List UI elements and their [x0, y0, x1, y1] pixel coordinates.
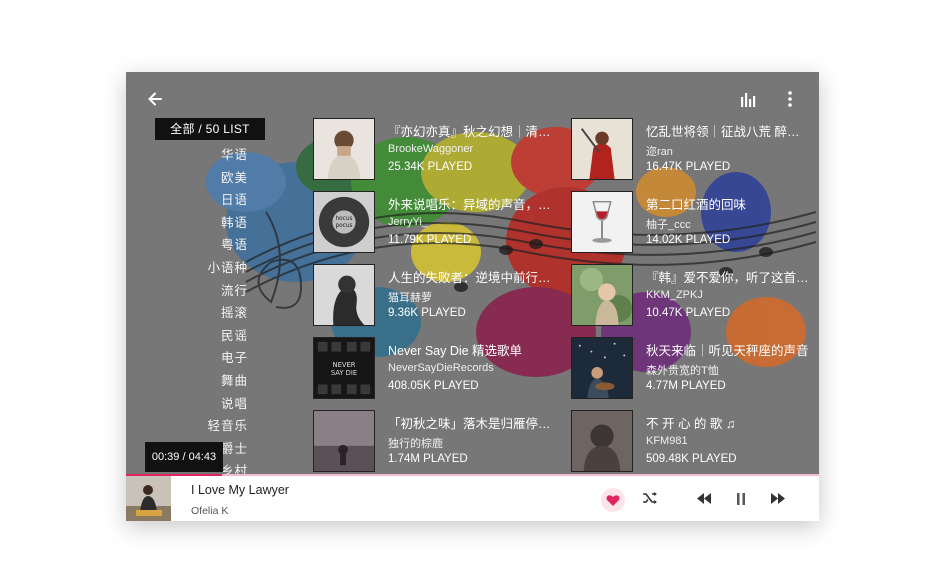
playlist-card[interactable]: 『韩』爱不爱你，听了这首歌就知道 KKM_ZPKJ 10.47K PLAYED — [571, 264, 811, 326]
playlist-cover: hocus pocus — [313, 191, 375, 253]
cover-text-say-die: SAY DIE — [331, 369, 357, 377]
playlist-card[interactable]: 「初秋之味」落木是归雁停留的地方 独行的棕鹿 1.74M PLAYED — [313, 410, 553, 472]
cover-text-hocus: hocus — [335, 216, 352, 222]
playlist-title: 不 开 心 的 歌 ♫ — [646, 417, 736, 431]
playlist-cover — [571, 191, 633, 253]
playlist-cover — [571, 337, 633, 399]
playlist-title: 「初秋之味」落木是归雁停留的地方 — [388, 417, 553, 431]
playlist-title: 秋天来临｜听见天秤座的声音 — [646, 344, 809, 358]
playlist-creator: 猫耳赫萝 — [388, 292, 432, 304]
playlist-play-count: 11.79K PLAYED — [388, 234, 472, 246]
playlist-card[interactable]: 第二口红酒的回味 柚子_ccc 14.02K PLAYED — [571, 191, 811, 253]
now-playing-cover[interactable] — [126, 476, 171, 521]
playlist-title: 忆乱世将领｜征战八荒 醉卧沙场 — [646, 125, 811, 139]
playlist-play-count: 1.74M PLAYED — [388, 453, 468, 465]
category-item-minor-languages[interactable]: 小语种 — [186, 257, 248, 280]
playlist-card[interactable]: 『亦幻亦真』秋之幻想｜清新空灵 BrookeWaggoner 25.34K PL… — [313, 118, 553, 180]
now-playing-bar: I Love My Lawyer Ofelia K — [126, 474, 819, 521]
playlist-card[interactable]: NEVER SAY DIE Never Say Die 精选歌单 NeverSay… — [313, 337, 553, 399]
category-item-cantonese[interactable]: 粤语 — [186, 234, 248, 257]
playlist-cover — [313, 118, 375, 180]
playlist-cover — [313, 410, 375, 472]
playlist-title: 人生的失败者：逆境中前行的歌 — [388, 271, 553, 285]
playlist-creator: KKM_ZPKJ — [646, 289, 703, 301]
playlist-creator: 柚子_ccc — [646, 219, 691, 231]
playlist-play-count: 509.48K PLAYED — [646, 453, 737, 465]
playlist-play-count: 4.77M PLAYED — [646, 380, 726, 392]
playlist-play-count: 16.47K PLAYED — [646, 161, 731, 173]
playlist-cover — [571, 118, 633, 180]
category-item-dance[interactable]: 舞曲 — [186, 370, 248, 393]
playlist-cover — [313, 264, 375, 326]
playlist-title: 『亦幻亦真』秋之幻想｜清新空灵 — [388, 125, 553, 139]
category-item-japanese[interactable]: 日语 — [186, 189, 248, 212]
playlist-creator: BrookeWaggoner — [388, 143, 474, 155]
playlist-creator: NeverSayDieRecords — [388, 362, 494, 374]
playlist-card[interactable]: hocuspocus 外来说唱乐：异域的声音，不同的故事 JerryYi_ 11… — [313, 191, 553, 253]
playlist-creator: 迩ran — [646, 146, 673, 158]
previous-icon[interactable] — [696, 493, 712, 504]
category-item-korean[interactable]: 韩语 — [186, 212, 248, 235]
now-playing-title: I Love My Lawyer — [191, 483, 289, 497]
playlist-card[interactable]: 秋天来临｜听见天秤座的声音 森外贵宽的T恤 4.77M PLAYED — [571, 337, 811, 399]
playback-time: 00:39 / 04:43 — [145, 442, 223, 472]
category-list: 华语 欧美 日语 韩语 粤语 小语种 流行 摇滚 民谣 电子 舞曲 说唱 轻音乐… — [186, 144, 248, 474]
category-item-folk[interactable]: 民谣 — [186, 325, 248, 348]
music-app-window: 全部 / 50 LIST 华语 欧美 日语 韩语 粤语 小语种 流行 摇滚 民谣… — [126, 72, 819, 521]
shuffle-icon[interactable] — [641, 489, 659, 507]
heart-icon[interactable] — [599, 488, 627, 512]
playlist-play-count: 408.05K PLAYED — [388, 380, 479, 392]
arrow-left-icon[interactable] — [146, 90, 164, 108]
cover-text-pocus: pocus — [335, 223, 352, 229]
category-item-pop[interactable]: 流行 — [186, 280, 248, 303]
next-icon[interactable] — [770, 493, 786, 504]
playlist-title: Never Say Die 精选歌单 — [388, 344, 523, 358]
equalizer-icon[interactable] — [740, 92, 756, 108]
playlist-play-count: 25.34K PLAYED — [388, 161, 473, 173]
playlist-card[interactable]: 忆乱世将领｜征战八荒 醉卧沙场 迩ran 16.47K PLAYED — [571, 118, 811, 180]
now-playing-artist: Ofelia K — [191, 505, 229, 517]
pause-icon[interactable] — [734, 492, 748, 506]
playlist-creator: 独行的棕鹿 — [388, 438, 443, 450]
category-item-electronic[interactable]: 电子 — [186, 347, 248, 370]
category-item-chinese[interactable]: 华语 — [186, 144, 248, 167]
playlist-cover: NEVER SAY DIE — [313, 337, 375, 399]
playlist-creator: JerryYi_ — [388, 216, 428, 228]
category-item-rock[interactable]: 摇滚 — [186, 302, 248, 325]
category-item-western[interactable]: 欧美 — [186, 167, 248, 190]
more-vertical-icon[interactable] — [782, 90, 798, 108]
playlist-creator: KFM981 — [646, 435, 688, 447]
playlist-cover — [571, 410, 633, 472]
playlist-title: 『韩』爱不爱你，听了这首歌就知道 — [646, 271, 811, 285]
playlist-cover — [571, 264, 633, 326]
progress-bar[interactable] — [126, 474, 819, 476]
category-selected-all[interactable]: 全部 / 50 LIST — [155, 118, 265, 140]
playlist-play-count: 14.02K PLAYED — [646, 234, 731, 246]
playlist-card[interactable]: 人生的失败者：逆境中前行的歌 猫耳赫萝 9.36K PLAYED — [313, 264, 553, 326]
playlist-card[interactable]: 不 开 心 的 歌 ♫ KFM981 509.48K PLAYED — [571, 410, 811, 472]
playlist-title: 第二口红酒的回味 — [646, 198, 747, 212]
category-item-rap[interactable]: 说唱 — [186, 393, 248, 416]
category-item-light-music[interactable]: 轻音乐 — [186, 415, 248, 438]
playlist-play-count: 10.47K PLAYED — [646, 307, 731, 319]
playlist-play-count: 9.36K PLAYED — [388, 307, 466, 319]
playlist-title: 外来说唱乐：异域的声音，不同的故事 — [388, 198, 553, 212]
playlist-creator: 森外贵宽的T恤 — [646, 365, 719, 377]
